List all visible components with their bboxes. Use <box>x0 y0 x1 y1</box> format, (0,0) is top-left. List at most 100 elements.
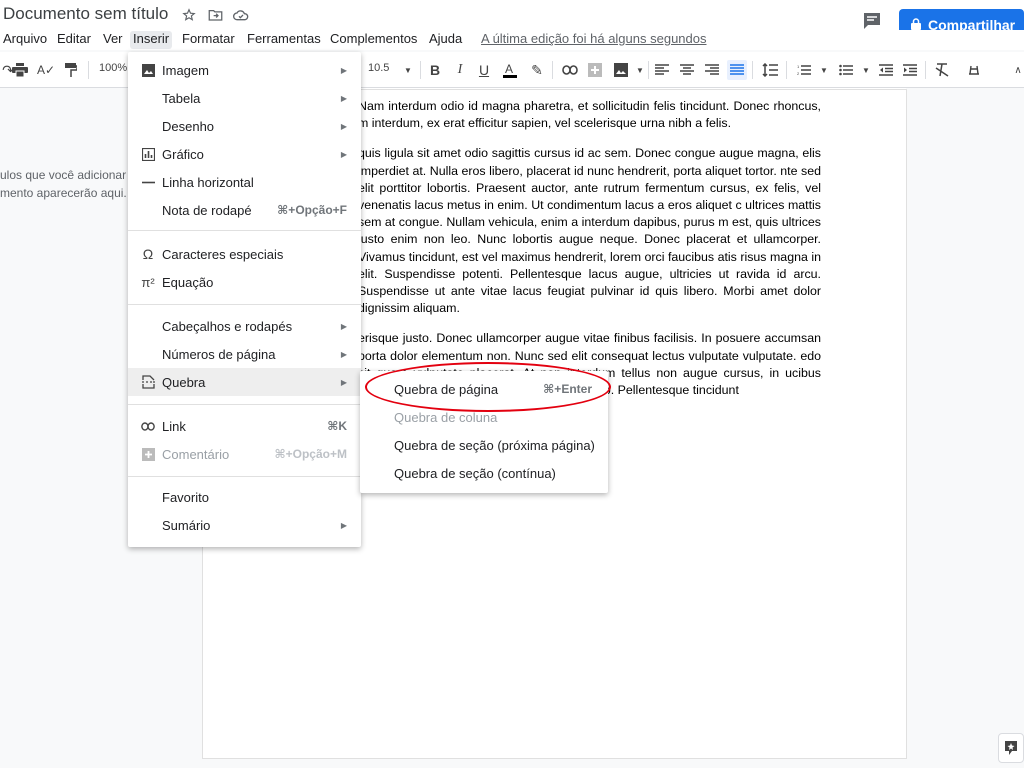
menu-item-label: Favorito <box>162 489 209 505</box>
font-size-input[interactable]: 10.5 <box>368 62 389 74</box>
menu-item-label: Cabeçalhos e rodapés <box>162 318 293 334</box>
insert-menu-equation[interactable]: π² Equação <box>128 268 361 296</box>
increase-indent-icon[interactable] <box>900 60 920 80</box>
bulleted-list-dropdown-icon[interactable]: ▼ <box>856 60 876 80</box>
break-submenu: Quebra de página ⌘+Enter Quebra de colun… <box>360 371 608 493</box>
insert-comment-icon[interactable] <box>585 60 605 80</box>
insert-menu-page-numbers[interactable]: Números de página ▶ <box>128 340 361 368</box>
menu-edit[interactable]: Editar <box>54 31 94 49</box>
horizontal-line-icon <box>140 174 156 190</box>
move-folder-icon[interactable] <box>206 6 224 24</box>
explore-button[interactable] <box>998 733 1024 763</box>
menu-item-label: Quebra <box>162 374 206 390</box>
font-size-dropdown-icon[interactable]: ▼ <box>398 60 418 80</box>
menu-help[interactable]: Ajuda <box>426 31 465 49</box>
image-dropdown-icon[interactable]: ▼ <box>630 60 650 80</box>
line-spacing-icon[interactable] <box>760 60 780 80</box>
menu-separator <box>128 230 361 231</box>
align-left-icon[interactable] <box>652 60 672 80</box>
outline-panel-text: ulos que você adicionar a mento aparecer… <box>0 166 130 202</box>
outline-hint-line1: ulos que você adicionar a <box>0 168 130 182</box>
submenu-arrow-icon: ▶ <box>340 149 347 159</box>
numbered-list-dropdown-icon[interactable]: ▼ <box>814 60 834 80</box>
italic-icon[interactable]: I <box>450 60 470 80</box>
insert-menu-break[interactable]: Quebra ▶ <box>128 368 361 396</box>
input-tools-icon[interactable] <box>964 60 984 80</box>
menu-item-label: Imagem <box>162 62 209 78</box>
star-icon[interactable] <box>180 6 198 24</box>
cloud-saved-icon[interactable] <box>232 6 250 24</box>
insert-menu-table-of-contents[interactable]: Sumário ▶ <box>128 511 361 539</box>
print-icon[interactable] <box>10 60 30 80</box>
menu-item-label: Nota de rodapé <box>162 202 252 218</box>
menu-item-label: Quebra de seção (próxima página) <box>394 437 595 453</box>
insert-menu-table[interactable]: Tabela ▶ <box>128 84 361 112</box>
menu-item-label: Link <box>162 418 186 434</box>
document-title[interactable]: Documento sem título <box>3 4 168 24</box>
omega-icon: Ω <box>142 246 154 262</box>
menu-tools[interactable]: Ferramentas <box>244 31 324 49</box>
spellcheck-icon[interactable]: A✓ <box>36 60 56 80</box>
menu-file[interactable]: Arquivo <box>0 31 50 49</box>
decrease-indent-icon[interactable] <box>876 60 896 80</box>
clear-formatting-icon[interactable] <box>932 60 952 80</box>
justify-icon[interactable] <box>727 60 747 80</box>
menu-item-label: Desenho <box>162 118 215 134</box>
paint-format-icon[interactable] <box>61 60 81 80</box>
numbered-list-icon[interactable]: 12 <box>794 60 814 80</box>
link-icon <box>140 418 156 434</box>
insert-menu-bookmark[interactable]: Favorito <box>128 483 361 511</box>
align-right-icon[interactable] <box>702 60 722 80</box>
menu-format[interactable]: Formatar <box>179 31 238 49</box>
menu-item-label: Números de página <box>162 346 276 362</box>
bold-icon[interactable]: B <box>425 60 445 80</box>
menu-addons[interactable]: Complementos <box>327 31 420 49</box>
insert-menu-image[interactable]: Imagem ▶ <box>128 56 361 84</box>
insert-menu-special-characters[interactable]: Ω Caracteres especiais <box>128 240 361 268</box>
menu-item-label: Linha horizontal <box>162 174 254 190</box>
insert-menu-chart[interactable]: Gráfico ▶ <box>128 140 361 168</box>
menu-insert[interactable]: Inserir <box>130 31 173 49</box>
document-paragraph[interactable]: quis ligula sit amet odio sagittis cursu… <box>358 145 821 317</box>
insert-menu-link[interactable]: Link ⌘K <box>128 412 361 440</box>
chart-icon <box>140 146 156 162</box>
bulleted-list-icon[interactable] <box>836 60 856 80</box>
menu-item-label: Quebra de página <box>394 381 499 397</box>
underline-icon[interactable]: U <box>474 60 494 80</box>
menu-item-label: Tabela <box>162 90 201 106</box>
title-bar: Documento sem título Compartilhar <box>0 0 1024 40</box>
insert-menu-footnote[interactable]: Nota de rodapé ⌘+Opção+F <box>128 196 361 224</box>
submenu-column-break: Quebra de coluna <box>360 403 608 431</box>
menu-item-shortcut: ⌘+Enter <box>543 382 592 396</box>
submenu-arrow-icon: ▶ <box>340 321 347 331</box>
insert-link-icon[interactable] <box>560 60 580 80</box>
submenu-section-break-next-page[interactable]: Quebra de seção (próxima página) <box>360 431 608 459</box>
last-edit-link[interactable]: A última edição foi há alguns segundos <box>481 31 707 47</box>
document-paragraph[interactable]: Nam interdum odio id magna pharetra, et … <box>358 98 821 132</box>
document-body[interactable]: Nam interdum odio id magna pharetra, et … <box>358 98 821 412</box>
menu-bar: Arquivo Editar Ver Inserir Formatar Ferr… <box>0 30 1024 50</box>
insert-menu-headers-footers[interactable]: Cabeçalhos e rodapés ▶ <box>128 312 361 340</box>
submenu-page-break[interactable]: Quebra de página ⌘+Enter <box>360 375 608 403</box>
zoom-select[interactable]: 100% <box>99 62 127 74</box>
svg-text:2: 2 <box>797 71 800 76</box>
menu-view[interactable]: Ver <box>100 31 126 49</box>
insert-image-icon[interactable] <box>611 60 631 80</box>
highlight-icon[interactable]: ✎ <box>527 60 547 80</box>
menu-item-label: Gráfico <box>162 146 204 162</box>
menu-item-label: Quebra de coluna <box>394 409 498 425</box>
svg-text:1: 1 <box>797 64 800 69</box>
insert-menu-drawing[interactable]: Desenho ▶ <box>128 112 361 140</box>
submenu-arrow-icon: ▶ <box>340 121 347 131</box>
insert-menu-comment: Comentário ⌘+Opção+M <box>128 440 361 468</box>
submenu-section-break-continuous[interactable]: Quebra de seção (contínua) <box>360 459 608 487</box>
text-color-icon[interactable]: A <box>500 60 520 80</box>
align-center-icon[interactable] <box>677 60 697 80</box>
submenu-arrow-icon: ▶ <box>340 65 347 75</box>
insert-menu-horizontal-line[interactable]: Linha horizontal <box>128 168 361 196</box>
menu-item-shortcut: ⌘K <box>327 419 347 433</box>
collapse-toolbar-icon[interactable]: ∧ <box>1008 60 1024 80</box>
menu-separator <box>128 404 361 405</box>
submenu-arrow-icon: ▶ <box>340 93 347 103</box>
submenu-arrow-icon: ▶ <box>340 349 347 359</box>
